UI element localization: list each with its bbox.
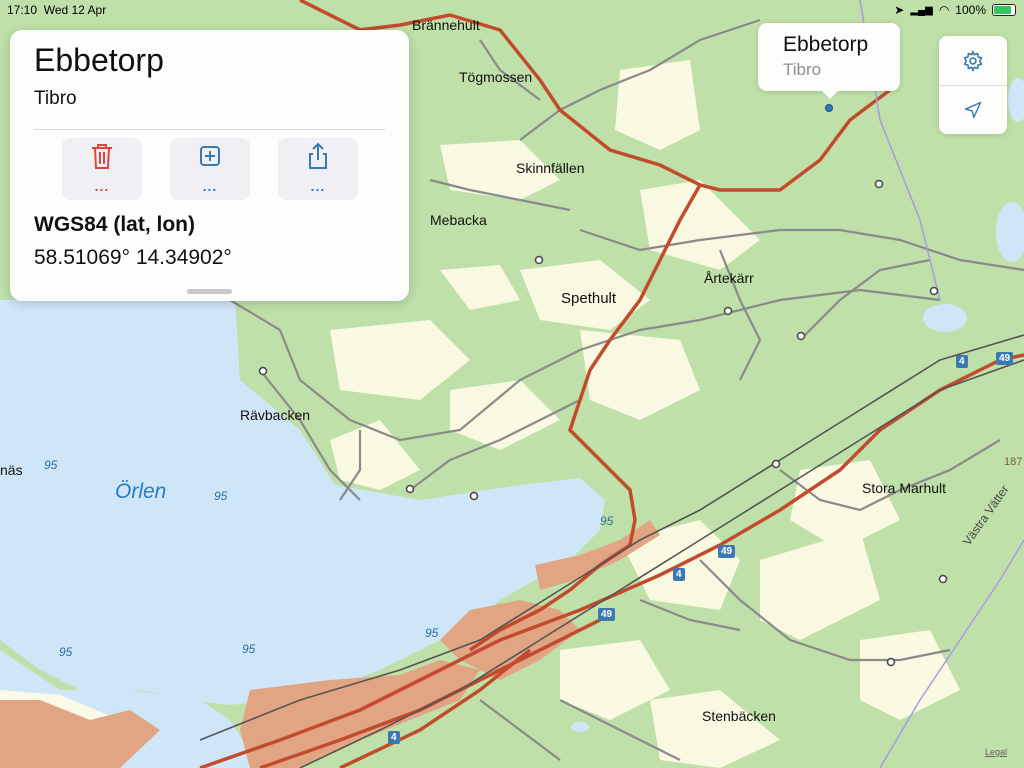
battery-percent: 100%	[955, 3, 986, 17]
location-callout[interactable]: Ebbetorp Tibro	[758, 23, 900, 99]
plus-square-icon	[200, 146, 220, 166]
locate-me-button[interactable]	[939, 85, 1007, 134]
status-time-date: 17:10 Wed 12 Apr	[7, 3, 106, 17]
share-icon	[309, 142, 327, 169]
location-info-card[interactable]: Ebbetorp Tibro ... ... ... WGS84 (lat, l…	[10, 30, 409, 301]
depth-label: 95	[214, 489, 228, 503]
gear-icon	[963, 49, 983, 72]
callout-title: Ebbetorp	[783, 33, 869, 56]
legal-link[interactable]: Legal	[985, 747, 1007, 757]
place-label-skinnfallen: Skinnfällen	[516, 160, 585, 176]
road-shield: 49	[718, 545, 736, 558]
callout-subtitle: Tibro	[783, 60, 822, 79]
card-title: Ebbetorp	[34, 42, 164, 78]
battery-icon	[992, 4, 1016, 16]
share-button[interactable]: ...	[278, 138, 358, 200]
road-shield: 49	[598, 608, 616, 621]
lake-label-orlen: Örlen	[115, 480, 167, 503]
depth-label: 95	[59, 645, 73, 659]
card-subtitle: Tibro	[34, 88, 77, 109]
add-button-dots: ...	[202, 178, 218, 194]
place-label-stora-marhult: Stora Marhult	[862, 480, 947, 496]
add-button[interactable]: ...	[170, 138, 250, 200]
depth-label: 95	[425, 626, 439, 640]
settings-button[interactable]	[939, 36, 1007, 85]
road-shield: 49	[996, 352, 1014, 365]
place-label-spethult: Spethult	[561, 290, 617, 307]
place-label-stenbacken: Stenbäcken	[702, 708, 776, 724]
place-label-togmossen: Tögmossen	[459, 69, 533, 85]
road-shield: 4	[388, 731, 400, 744]
share-button-dots: ...	[310, 178, 326, 194]
status-right: ➤ ▂▄▆ ◠ 100%	[894, 3, 1016, 17]
card-drag-handle[interactable]	[187, 289, 232, 294]
map-controls	[939, 36, 1007, 134]
depth-label: 95	[600, 514, 614, 528]
depth-label: 95	[242, 642, 256, 656]
status-date: Wed 12 Apr	[43, 3, 107, 17]
delete-button[interactable]: ...	[62, 138, 142, 200]
card-divider	[34, 129, 385, 130]
coordinate-system-label: WGS84 (lat, lon)	[34, 213, 196, 236]
status-bar: 17:10 Wed 12 Apr ➤ ▂▄▆ ◠ 100%	[0, 0, 1024, 20]
location-services-icon: ➤	[894, 3, 905, 17]
trash-icon	[92, 144, 112, 169]
wifi-icon: ◠	[938, 3, 950, 17]
depth-label: 95	[44, 458, 58, 472]
status-time: 17:10	[7, 3, 38, 17]
delete-button-dots: ...	[94, 178, 110, 194]
road-shield: 4	[956, 355, 968, 368]
location-pin	[825, 104, 833, 112]
location-arrow-icon	[964, 101, 982, 118]
place-label-artekarr: Årtekärr	[704, 270, 754, 286]
place-label-mebacka: Mebacka	[430, 212, 487, 228]
contour-label: 187	[1004, 456, 1023, 468]
place-label-ravbacken: Rävbacken	[240, 407, 311, 423]
place-label-nas: näs	[0, 462, 23, 478]
road-shield: 4	[673, 568, 685, 581]
coordinate-value[interactable]: 58.51069° 14.34902°	[34, 246, 232, 270]
signal-icon: ▂▄▆	[910, 4, 933, 16]
